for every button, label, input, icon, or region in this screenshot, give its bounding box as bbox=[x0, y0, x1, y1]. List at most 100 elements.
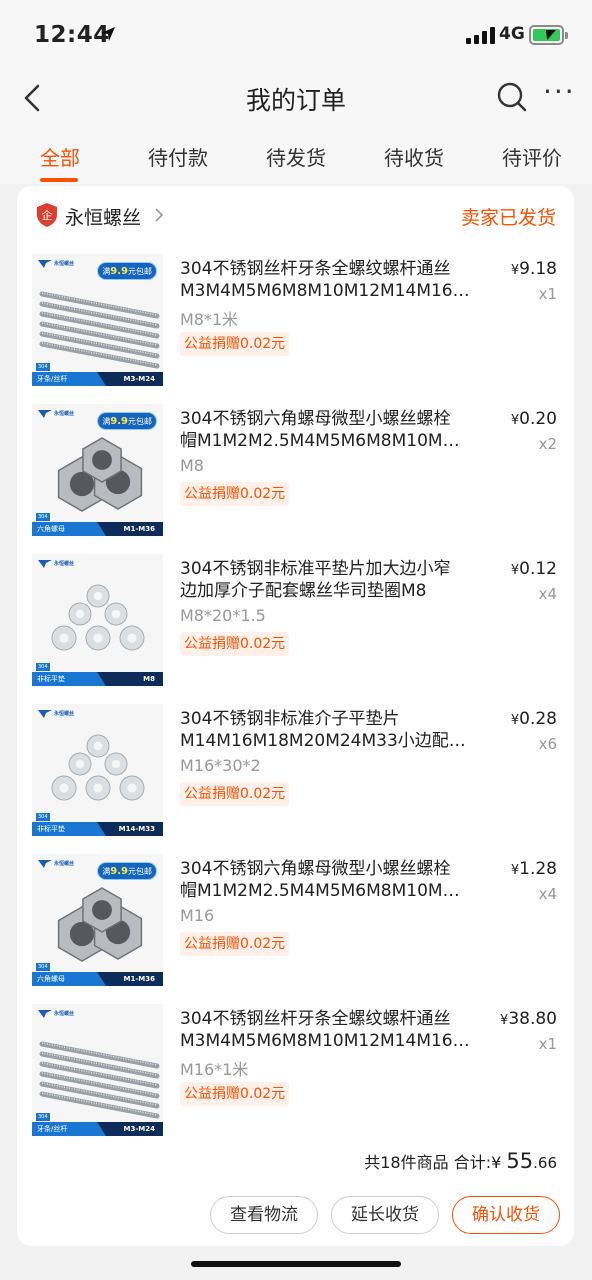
product-thumbnail[interactable]: 永恒螺丝 304 非标平垫 M14-M33 bbox=[32, 704, 163, 836]
network-type: 4G bbox=[499, 24, 525, 44]
tab-pending-shipment[interactable]: 待发货 bbox=[266, 142, 326, 171]
thumbnail-category: 牙条/丝杆 bbox=[37, 1125, 68, 1133]
tab-pending-review[interactable]: 待评价 bbox=[502, 142, 562, 171]
confirm-receipt-button[interactable]: 确认收货 bbox=[452, 1196, 560, 1234]
chevron-right-icon[interactable] bbox=[152, 205, 166, 225]
product-spec: M8*20*1.5 bbox=[180, 606, 266, 625]
brand-logo-icon bbox=[38, 860, 52, 868]
price-value: 0.12 bbox=[519, 559, 557, 579]
order-item[interactable]: 永恒螺丝 满9.9元包邮 304 六角螺母 M1-M36 304不锈钢六角螺母微型小螺丝螺… bbox=[17, 404, 574, 554]
extend-receipt-button[interactable]: 延长收货 bbox=[331, 1196, 439, 1234]
product-title[interactable]: 304不锈钢丝杆牙条全螺纹螺杆通丝 M3M4M5M6M8M10M12M14M16… bbox=[180, 1008, 470, 1052]
promo-value: 9.9 bbox=[110, 416, 128, 427]
thumbnail-category: 六角螺母 bbox=[37, 525, 65, 533]
charity-donation-tag: 公益捐赠0.02元 bbox=[180, 782, 290, 806]
price-value: 0.20 bbox=[519, 409, 557, 429]
steel-grade: 304 bbox=[36, 363, 50, 371]
tab-pending-payment[interactable]: 待付款 bbox=[148, 142, 208, 171]
order-status: 卖家已发货 bbox=[460, 207, 556, 229]
steel-grade: 304 bbox=[36, 513, 50, 521]
product-thumbnail[interactable]: 永恒螺丝 满9.9元包邮 304 六角螺母 M1-M36 bbox=[32, 854, 163, 986]
brand-logo-icon bbox=[38, 260, 52, 268]
product-quantity: x1 bbox=[538, 285, 557, 303]
brand-logo-icon bbox=[38, 410, 52, 418]
home-indicator bbox=[191, 1261, 401, 1267]
search-icon[interactable] bbox=[496, 80, 528, 114]
charity-donation-tag: 公益捐赠0.02元 bbox=[180, 1082, 290, 1106]
total-integer: 55 bbox=[506, 1149, 534, 1173]
product-price: ¥0.20 bbox=[511, 409, 557, 429]
promo-value: 9.9 bbox=[110, 866, 128, 877]
active-tab-indicator bbox=[40, 178, 78, 182]
product-title-line: 304不锈钢非标准平垫片加大边小窄 bbox=[180, 559, 451, 579]
thumbnail-banner: 牙条/丝杆 M3-M24 bbox=[32, 372, 163, 386]
product-title[interactable]: 304不锈钢六角螺母微型小螺丝螺栓 帽M1M2M2.5M4M5M6M8M10M1… bbox=[180, 408, 470, 452]
product-title[interactable]: 304不锈钢丝杆牙条全螺纹螺杆通丝 M3M4M5M6M8M10M12M14M16… bbox=[180, 258, 470, 302]
tab-all[interactable]: 全部 bbox=[40, 142, 80, 171]
battery-charging-icon bbox=[529, 25, 568, 45]
brand-name: 永恒螺丝 bbox=[54, 561, 75, 567]
order-item[interactable]: 永恒螺丝 304 非标平垫 M8 304不锈钢非标准平垫片加大边小窄 边加厚介子配套螺丝华… bbox=[17, 554, 574, 704]
store-shield-icon: 企 bbox=[37, 203, 57, 227]
total-decimal: .66 bbox=[533, 1154, 557, 1172]
product-thumbnail[interactable]: 永恒螺丝 304 非标平垫 M8 bbox=[32, 554, 163, 686]
product-title-line: 304不锈钢丝杆牙条全螺纹螺杆通丝 bbox=[180, 1009, 451, 1029]
steel-grade: 304 bbox=[36, 963, 50, 971]
view-logistics-button[interactable]: 查看物流 bbox=[210, 1196, 318, 1234]
product-thumbnail[interactable]: 永恒螺丝 满9.9元包邮 304 六角螺母 M1-M36 bbox=[32, 404, 163, 536]
product-title[interactable]: 304不锈钢六角螺母微型小螺丝螺栓 帽M1M2M2.5M4M5M6M8M10M1… bbox=[180, 858, 470, 902]
steel-grade: 304 bbox=[36, 663, 50, 671]
steel-grade: 304 bbox=[36, 1113, 50, 1121]
charity-donation-tag: 公益捐赠0.02元 bbox=[180, 932, 290, 956]
thumbnail-category: 六角螺母 bbox=[37, 975, 65, 983]
order-item[interactable]: 永恒螺丝 304 牙条/丝杆 M3-M24 304不锈钢丝杆牙条全螺纹螺杆通丝 M3M4M… bbox=[17, 1004, 574, 1154]
price-currency: ¥ bbox=[510, 863, 520, 878]
order-item[interactable]: 永恒螺丝 满9.9元包邮 304 六角螺母 M1-M36 304不锈钢六角螺母微型小螺丝螺… bbox=[17, 854, 574, 1004]
price-value: 0.28 bbox=[519, 709, 557, 729]
product-title-line: M3M4M5M6M8M10M12M14M16… bbox=[180, 281, 470, 301]
svg-text:企: 企 bbox=[42, 208, 53, 222]
product-title[interactable]: 304不锈钢非标准介子平垫片 M14M16M18M20M24M33小边配… bbox=[180, 708, 470, 752]
brand-name: 永恒螺丝 bbox=[54, 711, 75, 717]
promo-suffix: 元包邮 bbox=[128, 267, 152, 276]
product-price: ¥1.28 bbox=[511, 859, 557, 879]
thumbnail-size-range: M1-M36 bbox=[123, 975, 155, 983]
product-spec: M16*30*2 bbox=[180, 756, 261, 775]
product-price: ¥38.80 bbox=[500, 1009, 557, 1029]
thumbnail-size-range: M14-M33 bbox=[118, 825, 155, 833]
price-currency: ¥ bbox=[510, 713, 520, 728]
item-count: 共18件商品 bbox=[364, 1153, 449, 1172]
brand-logo-icon bbox=[38, 1010, 52, 1018]
product-price: ¥9.18 bbox=[511, 259, 557, 279]
product-title-line: 304不锈钢丝杆牙条全螺纹螺杆通丝 bbox=[180, 259, 451, 279]
price-currency: ¥ bbox=[510, 263, 520, 278]
product-thumbnail[interactable]: 永恒螺丝 304 牙条/丝杆 M3-M24 bbox=[32, 1004, 163, 1136]
thumbnail-size-range: M1-M36 bbox=[123, 525, 155, 533]
order-item[interactable]: 永恒螺丝 304 非标平垫 M14-M33 304不锈钢非标准介子平垫片 M14M16M1… bbox=[17, 704, 574, 854]
product-title-line: 304不锈钢六角螺母微型小螺丝螺栓 bbox=[180, 859, 451, 879]
thumbnail-banner: 非标平垫 M14-M33 bbox=[32, 822, 163, 836]
tab-pending-receipt[interactable]: 待收货 bbox=[384, 142, 444, 171]
price-currency: ¥ bbox=[510, 563, 520, 578]
brand-name: 永恒螺丝 bbox=[54, 261, 75, 267]
product-spec: M8 bbox=[180, 456, 204, 475]
promo-badge: 满9.9元包邮 bbox=[97, 262, 157, 280]
ellipsis-icon[interactable]: ··· bbox=[543, 78, 577, 110]
brand-name: 永恒螺丝 bbox=[54, 861, 75, 867]
promo-badge: 满9.9元包邮 bbox=[97, 862, 157, 880]
charity-donation-tag: 公益捐赠0.02元 bbox=[180, 632, 290, 656]
price-value: 38.80 bbox=[508, 1009, 557, 1029]
product-title[interactable]: 304不锈钢非标准平垫片加大边小窄 边加厚介子配套螺丝华司垫圈M8 bbox=[180, 558, 470, 602]
total-label: 合计: bbox=[453, 1153, 492, 1172]
product-thumbnail[interactable]: 永恒螺丝 满9.9元包邮 304 牙条/丝杆 M3-M24 bbox=[32, 254, 163, 386]
product-quantity: x4 bbox=[538, 885, 557, 903]
thumbnail-category: 非标平垫 bbox=[37, 825, 65, 833]
thumbnail-size-range: M8 bbox=[143, 675, 155, 683]
order-card: 企 永恒螺丝 卖家已发货 永恒螺丝 满9.9元包邮 304 牙条/丝杆 M3-M24 30… bbox=[17, 186, 574, 1246]
product-quantity: x6 bbox=[538, 735, 557, 753]
order-tabs: 全部 待付款 待发货 待收货 待评价 bbox=[0, 126, 592, 184]
shop-name[interactable]: 永恒螺丝 bbox=[65, 203, 141, 230]
product-quantity: x1 bbox=[538, 1035, 557, 1053]
total-currency: ¥ bbox=[491, 1153, 502, 1172]
order-item[interactable]: 永恒螺丝 满9.9元包邮 304 牙条/丝杆 M3-M24 304不锈钢丝杆牙条全螺纹螺杆… bbox=[17, 254, 574, 404]
